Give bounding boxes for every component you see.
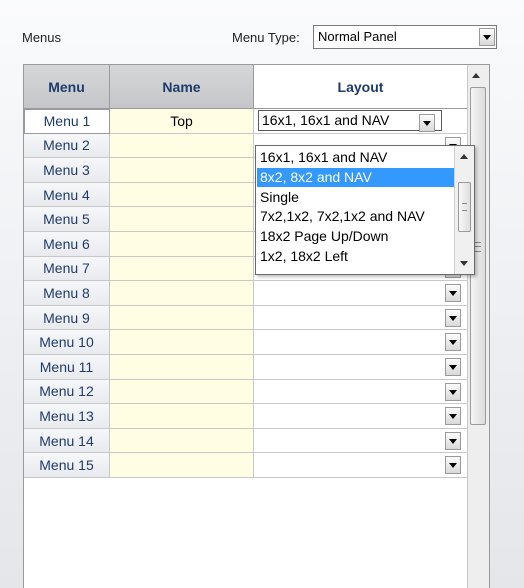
layout-option-highlighted[interactable]: 8x2, 8x2 and NAV bbox=[257, 168, 454, 187]
menu-cell[interactable]: Menu 11 bbox=[24, 355, 110, 380]
menu-cell[interactable]: Menu 6 bbox=[24, 232, 110, 257]
layout-dropdown-list: 16x1, 16x1 and NAV 8x2, 8x2 and NAV Sing… bbox=[255, 145, 475, 275]
menu-cell[interactable]: Menu 5 bbox=[24, 207, 110, 232]
menus-label: Menus bbox=[22, 30, 62, 45]
column-header-name[interactable]: Name bbox=[110, 65, 254, 109]
layout-cell[interactable] bbox=[254, 428, 468, 454]
menu-cell[interactable]: Menu 3 bbox=[24, 158, 110, 183]
chevron-down-icon[interactable] bbox=[445, 358, 461, 376]
dropdown-scrollbar[interactable] bbox=[454, 146, 474, 274]
menu-cell[interactable]: Menu 14 bbox=[24, 428, 110, 454]
scroll-up-arrow-icon[interactable] bbox=[460, 154, 468, 159]
chevron-down-icon[interactable] bbox=[445, 456, 461, 475]
menus-panel: Menus Menu Type: Normal Panel Menu Name … bbox=[0, 0, 524, 588]
grip-icon bbox=[475, 242, 481, 252]
layout-option[interactable]: Single bbox=[257, 188, 454, 207]
name-cell[interactable] bbox=[110, 305, 254, 331]
table-row: Menu 14 bbox=[24, 428, 468, 454]
table-row: Menu 12 bbox=[24, 379, 468, 405]
column-header-menu[interactable]: Menu bbox=[24, 65, 110, 109]
table-row: Menu 13 bbox=[24, 404, 468, 429]
menu-cell[interactable]: Menu 4 bbox=[24, 182, 110, 208]
column-header-layout[interactable]: Layout bbox=[254, 65, 468, 109]
name-cell[interactable] bbox=[110, 330, 254, 355]
menu-cell[interactable]: Menu 2 bbox=[24, 133, 110, 159]
chevron-down-icon[interactable] bbox=[445, 284, 461, 303]
scroll-up-arrow-icon[interactable] bbox=[472, 73, 480, 78]
layout-cell[interactable] bbox=[254, 404, 468, 429]
name-cell[interactable] bbox=[110, 281, 254, 306]
name-cell[interactable] bbox=[110, 207, 254, 232]
table-row: Menu 8 bbox=[24, 281, 468, 306]
name-cell[interactable] bbox=[110, 379, 254, 405]
chevron-down-icon[interactable] bbox=[445, 407, 461, 426]
menu-cell[interactable]: Menu 7 bbox=[24, 256, 110, 282]
chevron-down-icon[interactable] bbox=[445, 333, 461, 352]
name-cell[interactable] bbox=[110, 256, 254, 282]
chevron-down-icon[interactable] bbox=[445, 431, 461, 450]
table-row: Menu 1 Top 16x1, 16x1 and NAV bbox=[24, 109, 468, 134]
chevron-down-icon[interactable] bbox=[479, 28, 495, 46]
menu-type-label: Menu Type: bbox=[232, 30, 300, 45]
layout-cell[interactable] bbox=[254, 305, 468, 331]
layout-cell[interactable] bbox=[254, 330, 468, 355]
name-cell[interactable] bbox=[110, 355, 254, 380]
table-row: Menu 10 bbox=[24, 330, 468, 355]
grid-vertical-scrollbar[interactable] bbox=[467, 65, 489, 588]
layout-option[interactable]: 16x1, 16x1 and NAV bbox=[257, 148, 454, 167]
layout-cell[interactable] bbox=[254, 281, 468, 306]
name-cell[interactable] bbox=[110, 428, 254, 454]
layout-cell[interactable] bbox=[254, 453, 468, 478]
layout-option[interactable]: 1x2, 18x2 Left bbox=[257, 247, 454, 266]
layout-select[interactable]: 16x1, 16x1 and NAV bbox=[258, 110, 442, 132]
table-row: Menu 11 bbox=[24, 355, 468, 380]
name-cell[interactable] bbox=[110, 232, 254, 257]
menu-type-value: Normal Panel bbox=[318, 29, 397, 44]
table-row: Menu 15 bbox=[24, 453, 468, 478]
name-cell[interactable]: Top bbox=[110, 109, 254, 134]
menu-cell[interactable]: Menu 12 bbox=[24, 379, 110, 405]
name-cell[interactable] bbox=[110, 133, 254, 159]
layout-option[interactable]: 18x2 Page Up/Down bbox=[257, 227, 454, 246]
menu-cell[interactable]: Menu 8 bbox=[24, 281, 110, 306]
dropdown-scrollbar-thumb[interactable] bbox=[458, 182, 471, 232]
layout-cell[interactable] bbox=[254, 355, 468, 380]
menu-cell[interactable]: Menu 1 bbox=[24, 109, 110, 134]
layout-cell[interactable]: 16x1, 16x1 and NAV bbox=[254, 109, 468, 134]
menu-cell[interactable]: Menu 13 bbox=[24, 404, 110, 429]
layout-option[interactable]: 7x2,1x2, 7x2,1x2 and NAV bbox=[257, 207, 454, 226]
name-cell[interactable] bbox=[110, 182, 254, 208]
menu-cell[interactable]: Menu 10 bbox=[24, 330, 110, 355]
scroll-down-arrow-icon[interactable] bbox=[460, 261, 468, 266]
name-cell[interactable] bbox=[110, 453, 254, 478]
menu-cell[interactable]: Menu 9 bbox=[24, 305, 110, 331]
menus-grid: Menu Name Layout Menu 1 Top 16x1, 16x1 and… bbox=[23, 64, 490, 588]
layout-select-value: 16x1, 16x1 and NAV bbox=[262, 112, 390, 128]
menu-type-select[interactable]: Normal Panel bbox=[313, 25, 497, 49]
name-cell[interactable] bbox=[110, 404, 254, 429]
menu-cell[interactable]: Menu 15 bbox=[24, 453, 110, 478]
table-row: Menu 9 bbox=[24, 305, 468, 331]
layout-cell[interactable] bbox=[254, 379, 468, 405]
chevron-down-icon[interactable] bbox=[445, 382, 461, 401]
chevron-down-icon[interactable] bbox=[419, 114, 435, 132]
chevron-down-icon[interactable] bbox=[445, 308, 461, 327]
name-cell[interactable] bbox=[110, 158, 254, 183]
